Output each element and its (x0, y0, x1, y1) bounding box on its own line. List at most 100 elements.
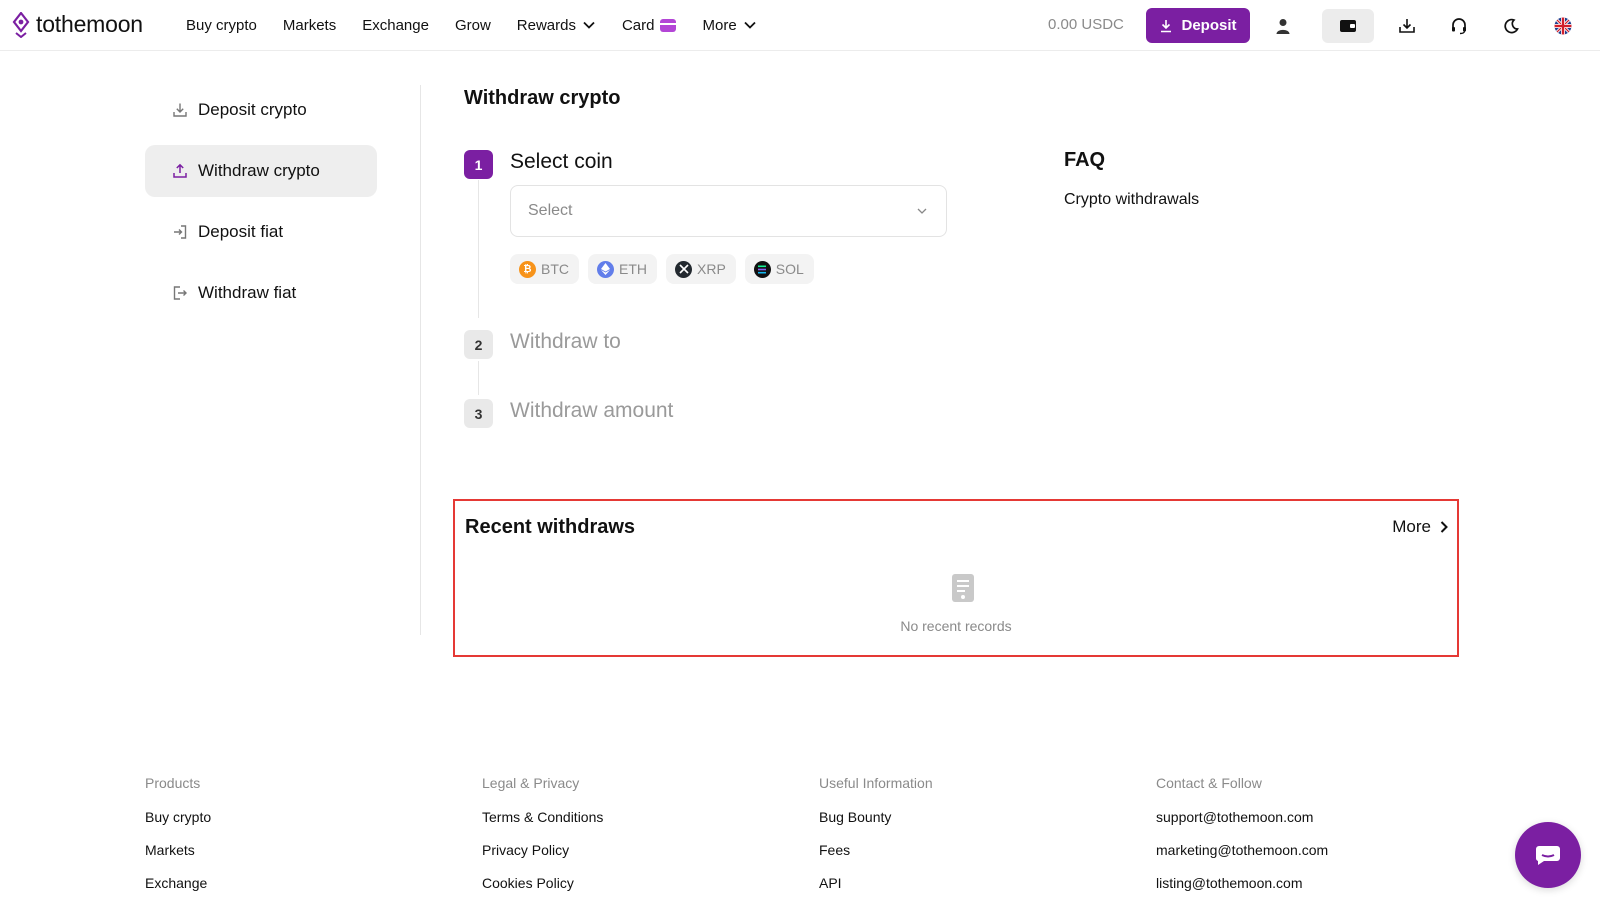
logo-icon (12, 11, 30, 38)
footer-heading: Products (145, 775, 201, 791)
chevron-down-icon (744, 21, 756, 29)
support-button[interactable] (1442, 9, 1476, 43)
sidebar-item-deposit-fiat[interactable]: Deposit fiat (145, 206, 377, 258)
app-download-button[interactable] (1390, 9, 1424, 43)
quick-coin-list: ₿ BTC ETH XRP SOL (510, 254, 814, 284)
step-label-withdraw-to: Withdraw to (510, 330, 621, 353)
sign-in-icon (174, 225, 187, 239)
headset-icon (1452, 18, 1466, 35)
coin-chip-label: SOL (775, 261, 804, 277)
sidebar-item-deposit-crypto[interactable]: Deposit crypto (145, 84, 377, 136)
nav-markets-label: Markets (282, 16, 337, 34)
coin-chip-label: BTC (541, 261, 569, 277)
upload-icon (173, 163, 187, 178)
sidebar-item-label: Withdraw fiat (198, 283, 297, 302)
deposit-button-label: Deposit (1181, 17, 1237, 34)
eth-icon (597, 260, 614, 278)
nav-grow-label: Grow (454, 16, 491, 34)
uk-flag-icon (1554, 17, 1572, 35)
coin-select-placeholder: Select (528, 202, 573, 219)
chevron-right-icon (1440, 521, 1448, 533)
step-label-select-coin: Select coin (510, 150, 613, 173)
nav-more[interactable]: More (702, 17, 756, 34)
chat-button[interactable] (1515, 822, 1581, 888)
wallet-button[interactable] (1322, 9, 1374, 43)
coin-chip-label: ETH (619, 261, 647, 277)
footer-products: Products Buy crypto Markets Exchange (145, 775, 211, 908)
footer-heading: Contact & Follow (1156, 775, 1262, 791)
chevron-down-icon (583, 21, 595, 29)
theme-toggle[interactable] (1494, 9, 1528, 43)
footer-link[interactable]: Cookies Policy (482, 875, 603, 891)
step-connector (478, 361, 479, 395)
footer-link[interactable]: Exchange (145, 875, 211, 891)
footer-link[interactable]: Bug Bounty (819, 809, 933, 825)
recent-more-label: More (1392, 517, 1431, 536)
nav-exchange[interactable]: Exchange (362, 17, 429, 34)
footer-link[interactable]: Markets (145, 842, 211, 858)
download-icon (1399, 19, 1415, 33)
nav-card[interactable]: Card (622, 17, 677, 34)
step-number-2: 2 (464, 330, 493, 359)
nav-grow[interactable]: Grow (455, 17, 491, 34)
coin-chip-sol[interactable]: SOL (744, 254, 814, 284)
footer-heading: Legal & Privacy (482, 775, 580, 791)
recent-withdraws-panel: Recent withdraws More No recent records (453, 499, 1459, 657)
nav-buy-crypto-label: Buy crypto (186, 16, 257, 34)
balance-display: 0.00 USDC (1048, 16, 1124, 33)
wallet-icon (1340, 20, 1356, 32)
download-icon (173, 103, 187, 117)
language-selector[interactable] (1546, 9, 1580, 43)
recent-more-link[interactable]: More (1392, 517, 1449, 537)
footer-link[interactable]: support@tothemoon.com (1156, 809, 1328, 825)
nav-more-label: More (702, 16, 737, 34)
footer-link[interactable]: Fees (819, 842, 933, 858)
coin-chip-btc[interactable]: ₿ BTC (510, 254, 579, 284)
page-title: Withdraw crypto (464, 87, 621, 109)
nav-exchange-label: Exchange (362, 16, 429, 34)
user-button[interactable] (1266, 9, 1300, 43)
footer-link[interactable]: marketing@tothemoon.com (1156, 842, 1328, 858)
sidebar-item-label: Withdraw crypto (198, 161, 320, 180)
coin-chip-eth[interactable]: ETH (588, 254, 657, 284)
sidebar-item-withdraw-fiat[interactable]: Withdraw fiat (145, 267, 377, 319)
sidebar-item-withdraw-crypto[interactable]: Withdraw crypto (145, 145, 377, 197)
footer-link[interactable]: API (819, 875, 933, 891)
btc-icon: ₿ (519, 260, 536, 278)
document-icon (952, 574, 974, 602)
moon-icon (1504, 18, 1519, 34)
nav-buy-crypto[interactable]: Buy crypto (186, 17, 257, 34)
sign-out-icon (173, 286, 187, 300)
nav-rewards-label: Rewards (516, 16, 576, 34)
chat-icon (1535, 846, 1560, 865)
step-number-3: 3 (464, 399, 493, 428)
faq-link-crypto-withdrawals[interactable]: Crypto withdrawals (1064, 191, 1199, 209)
footer-link[interactable]: listing@tothemoon.com (1156, 875, 1328, 891)
step-number-1: 1 (464, 150, 493, 179)
footer-link[interactable]: Terms & Conditions (482, 809, 603, 825)
step-connector (478, 180, 479, 318)
coin-chip-xrp[interactable]: XRP (666, 254, 736, 284)
footer-heading: Useful Information (819, 775, 933, 791)
coin-select-dropdown[interactable]: Select (510, 185, 947, 237)
chevron-down-icon (917, 208, 927, 214)
deposit-button[interactable]: Deposit (1146, 8, 1250, 43)
footer-link[interactable]: Privacy Policy (482, 842, 603, 858)
sidebar-divider (420, 85, 421, 635)
faq-title: FAQ (1064, 149, 1106, 171)
recent-withdraws-title: Recent withdraws (465, 516, 636, 538)
logo-text: tothemoon (36, 11, 143, 37)
step-label-withdraw-amount: Withdraw amount (510, 399, 674, 422)
nav-markets[interactable]: Markets (283, 17, 336, 34)
xrp-icon (675, 260, 692, 278)
logo[interactable]: tothemoon (12, 11, 143, 38)
sidebar: Deposit crypto Withdraw crypto Deposit f… (145, 84, 377, 328)
nav-card-label: Card (621, 16, 655, 34)
top-header: tothemoon Buy crypto Markets Exchange Gr… (0, 0, 1600, 51)
footer-useful: Useful Information Bug Bounty Fees API (819, 775, 933, 908)
sol-icon (753, 260, 771, 278)
nav-rewards[interactable]: Rewards (517, 17, 596, 34)
footer-link[interactable]: Buy crypto (145, 809, 211, 825)
card-icon (660, 18, 677, 32)
footer-contact: Contact & Follow support@tothemoon.com m… (1156, 775, 1328, 908)
